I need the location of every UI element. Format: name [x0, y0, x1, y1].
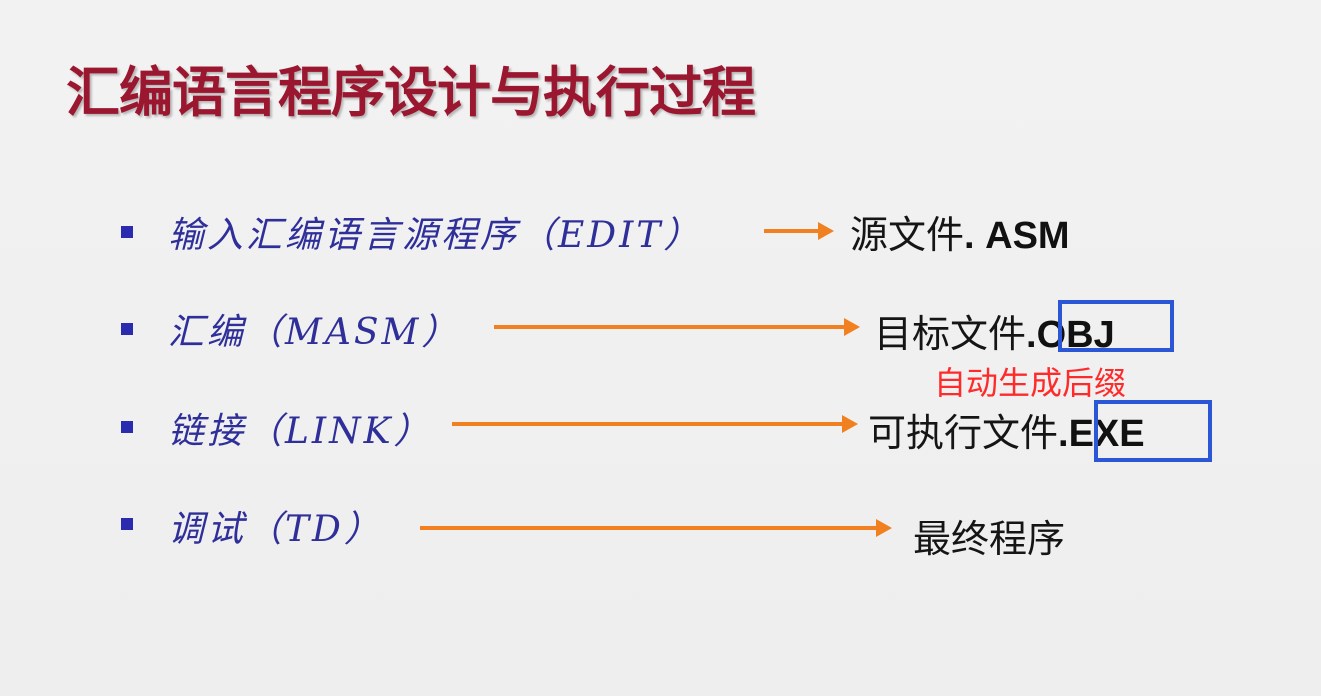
square-bullet-icon [121, 421, 133, 433]
result-label: 目标文件 [874, 312, 1027, 356]
arrow-right-icon [452, 415, 858, 433]
arrow-right-icon [764, 222, 834, 240]
result-label: 源文件 [850, 213, 965, 257]
result-source-file: 源文件. ASM [850, 204, 1070, 259]
highlight-box [1058, 300, 1174, 352]
step-label-masm: 汇编（MASM） [168, 312, 461, 353]
annotation-note: 自动生成后缀 [934, 364, 1127, 402]
result-label: 可执行文件 [868, 411, 1059, 455]
slide: 汇编语言程序设计与执行过程 输入汇编语言源程序（EDIT） 源文件. ASM 汇… [0, 0, 1321, 696]
arrow-right-icon [494, 318, 860, 336]
result-label: 最终程序 [913, 517, 1066, 561]
result-final-program: 最终程序 [913, 508, 1065, 563]
square-bullet-icon [121, 518, 133, 530]
arrow-right-icon [420, 519, 892, 537]
step-label-edit: 输入汇编语言源程序（EDIT） [168, 215, 703, 256]
square-bullet-icon [121, 226, 133, 238]
square-bullet-icon [121, 323, 133, 335]
step-label-link: 链接（LINK） [168, 411, 433, 452]
step-label-td: 调试（TD） [168, 509, 383, 550]
slide-title: 汇编语言程序设计与执行过程 [66, 61, 756, 124]
highlight-box [1094, 400, 1212, 462]
file-extension: . ASM [964, 215, 1070, 257]
